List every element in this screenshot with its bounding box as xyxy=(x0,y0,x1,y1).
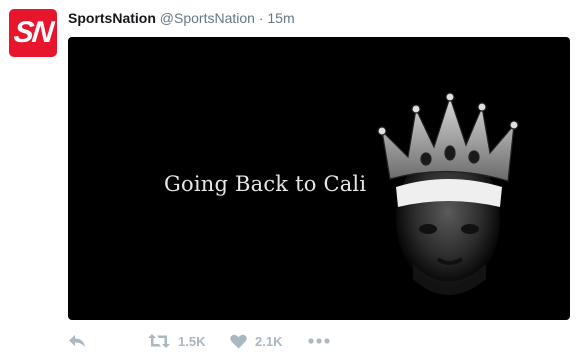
avatar[interactable]: SN xyxy=(9,9,57,57)
reply-icon xyxy=(69,335,85,347)
crown xyxy=(377,92,519,182)
media-caption: Going Back to Cali xyxy=(164,172,367,196)
more-button[interactable] xyxy=(308,331,330,351)
tweet-timestamp[interactable]: 15m xyxy=(267,10,294,26)
like-count: 2.1K xyxy=(255,333,283,349)
retweet-button[interactable]: 1.5K xyxy=(148,331,205,351)
tweet-actions: 1.5K 2.1K xyxy=(68,331,548,351)
retweet-icon xyxy=(148,334,170,348)
heart-icon xyxy=(230,334,247,348)
like-button[interactable]: 2.1K xyxy=(230,331,282,351)
more-icon xyxy=(308,338,330,344)
author-handle[interactable]: @SportsNation xyxy=(160,10,255,26)
retweet-count: 1.5K xyxy=(178,333,206,349)
avatar-logo-text: SN xyxy=(12,16,54,49)
tweet-header: SportsNation @SportsNation · 15m xyxy=(68,9,295,27)
tweet-media[interactable]: Going Back to Cali xyxy=(68,37,570,320)
author-name[interactable]: SportsNation xyxy=(68,10,156,26)
separator: · xyxy=(258,10,264,26)
reply-button[interactable] xyxy=(68,331,86,351)
crowned-portrait xyxy=(377,92,519,295)
